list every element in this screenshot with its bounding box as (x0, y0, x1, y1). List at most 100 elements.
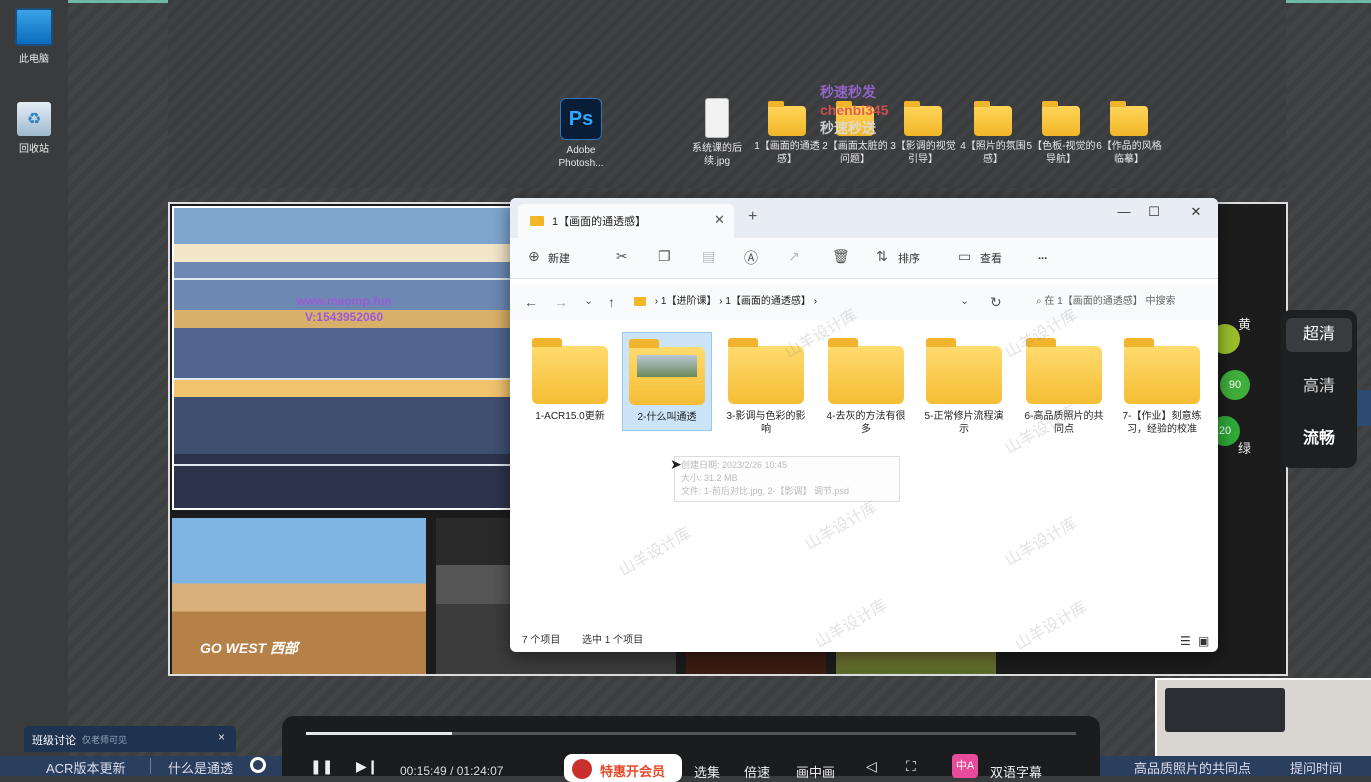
folder-icon (1042, 101, 1080, 136)
webcam-overlay (1155, 678, 1371, 760)
view-button[interactable]: 查看 (980, 250, 1002, 266)
folder-icon (828, 338, 904, 404)
chapter-high-quality[interactable]: 高品质照片的共同点 (1134, 758, 1251, 777)
paste-icon[interactable]: ▤ (702, 248, 715, 265)
chat-subtitle: 仅老师可见 (82, 735, 128, 745)
rename-icon[interactable]: Ⓐ (744, 248, 758, 268)
folder-label: 1-ACR15.0更新 (535, 411, 605, 422)
desktop-icon-folder-3[interactable]: 3【影调的视觉引导】 (888, 101, 958, 166)
explorer-tab[interactable]: 1【画面的通透感】 ✕ (518, 204, 734, 238)
pip-button[interactable]: 画中画 (796, 762, 835, 781)
overlay-watermark-1: 秒速秒发 (820, 84, 876, 100)
address-bar-row: ← → ⌄ ↑ › 1【进阶课】 › 1【画面的通透感】 › ⌄ ↻ ⌕ 在 1… (510, 284, 1218, 320)
desktop-icon-label: 回收站 (19, 144, 49, 155)
go-west-text: GO WEST 西部 (200, 640, 298, 656)
volume-icon[interactable]: ◁ (866, 758, 877, 775)
vip-badge-icon (572, 759, 592, 779)
bilingual-subtitle-button[interactable]: 双语字幕 (990, 762, 1042, 781)
explorer-titlebar: 1【画面的通透感】 ✕ + — ☐ ✕ (510, 198, 1218, 238)
desktop-icon-folder-1[interactable]: 1【画面的通透感】 (752, 101, 822, 166)
quality-option-smooth[interactable]: 流畅 (1286, 422, 1352, 456)
desktop-icon-this-pc[interactable]: 此电脑 (2, 8, 66, 65)
delete-icon[interactable]: 🗑 (832, 248, 850, 265)
folder-icon (1124, 338, 1200, 404)
folder-item-5[interactable]: 5-正常修片流程演示 (920, 332, 1008, 442)
quality-option-high[interactable]: 高清 (1286, 370, 1352, 404)
minimize-button[interactable]: — (1110, 204, 1138, 219)
up-arrow-icon[interactable]: ↑ (608, 294, 615, 310)
desktop-icon-folder-4[interactable]: 4【照片的氛围感】 (958, 101, 1028, 166)
progress-bar[interactable] (306, 732, 1076, 735)
photo-building-balconies: www.maomp.fun V:1543952060 (172, 206, 514, 510)
chapter-bar-right: 高品质照片的共同点 提问时间 (1100, 756, 1371, 776)
side-drawer-handle[interactable] (1358, 390, 1371, 426)
desktop-icon-photoshop[interactable]: Ps Adobe Photosh... (546, 98, 616, 170)
watermark: 山羊设计库 (802, 498, 881, 554)
breadcrumb[interactable]: › 1【进阶课】 › 1【画面的通透感】 › (634, 290, 972, 314)
class-discussion-panel[interactable]: 班级讨论 仅老师可见 × (24, 726, 236, 752)
recent-chevron-icon[interactable]: ⌄ (584, 294, 593, 307)
desktop-left-column: 此电脑 回收站 (0, 0, 68, 776)
desktop-icon-folder-5[interactable]: 5【色板-视觉的导航】 (1026, 101, 1096, 166)
tiles-view-icon[interactable]: ▣ (1198, 630, 1209, 652)
desktop-icon-label: 2【画面太脏的问题】 (822, 141, 888, 165)
green-label: 绿 (1238, 441, 1252, 456)
address-dropdown-icon[interactable]: ⌄ (960, 294, 969, 307)
forward-arrow-icon[interactable]: → (554, 294, 568, 310)
folder-item-1[interactable]: 1-ACR15.0更新 (526, 332, 614, 429)
pause-icon[interactable]: ❚❚ (310, 758, 333, 775)
share-icon[interactable]: ↗ (788, 248, 800, 265)
episodes-button[interactable]: 选集 (694, 762, 720, 781)
details-view-icon[interactable]: ☰ (1180, 630, 1191, 652)
folder-icon (532, 338, 608, 404)
folder-label: 5-正常修片流程演示 (924, 411, 1004, 435)
close-icon[interactable]: × (218, 730, 225, 744)
photo-watermark-contact: V:1543952060 (304, 310, 384, 324)
chapter-acr-update[interactable]: ACR版本更新 (46, 758, 125, 777)
more-button[interactable]: ... (1038, 250, 1047, 262)
close-tab-icon[interactable]: ✕ (714, 212, 725, 228)
back-arrow-icon[interactable]: ← (524, 294, 538, 310)
copy-icon[interactable]: ❐ (658, 248, 671, 265)
chapter-what-is-clarity[interactable]: 什么是通透 (168, 758, 233, 777)
desktop-icon-label: 6【作品的风格临摹】 (1096, 141, 1162, 165)
desktop-icon-label: 系统课的后续.jpg (692, 143, 742, 167)
sort-button[interactable]: 排序 (898, 250, 920, 266)
video-player-bar: ❚❚ ▶❙ 00:15:49 / 01:24:07 特惠开会员 选集 倍速 画中… (282, 716, 1100, 782)
desktop-icon-folder-6[interactable]: 6【作品的风格临摹】 (1094, 101, 1164, 166)
folder-item-2[interactable]: 2-什么叫通透 (622, 332, 712, 431)
breadcrumb-item[interactable]: 1【进阶课】 (661, 296, 717, 307)
desktop-icon-image-file[interactable]: 系统课的后续.jpg (682, 98, 752, 168)
chapter-qa-time[interactable]: 提问时间 (1290, 758, 1342, 777)
folder-preview (637, 355, 697, 377)
breadcrumb-item[interactable]: 1【画面的通透感】 (725, 296, 811, 307)
speed-button[interactable]: 倍速 (744, 762, 770, 781)
folder-icon (1026, 338, 1102, 404)
chat-title: 班级讨论 (32, 735, 76, 747)
overlay-watermark-3: 秒速秒送 (820, 120, 876, 136)
maximize-button[interactable]: ☐ (1140, 204, 1168, 220)
rail (174, 464, 512, 466)
cut-icon[interactable]: ✂ (616, 248, 628, 265)
yellow-label: 黄 (1238, 317, 1252, 332)
desktop-icon-label: 此电脑 (19, 54, 49, 65)
folder-icon (634, 296, 646, 306)
new-tab-button[interactable]: + (748, 208, 757, 226)
desktop-icon-recycle-bin[interactable]: 回收站 (2, 102, 66, 155)
folder-item-4[interactable]: 4-去灰的方法有很多 (822, 332, 910, 442)
new-button[interactable]: 新建 (548, 250, 570, 266)
fullscreen-icon[interactable]: ⛶ (906, 758, 916, 775)
close-window-button[interactable]: ✕ (1182, 204, 1210, 220)
subtitle-icon[interactable]: 中A (952, 754, 978, 778)
refresh-icon[interactable]: ↻ (990, 294, 1002, 311)
folder-item-7[interactable]: 7-【作业】刻意练习，经验的校准 (1118, 332, 1206, 442)
mouse-cursor-icon: ➤ (670, 456, 682, 472)
quality-option-ultra[interactable]: 超清 (1286, 318, 1352, 352)
desktop-icon-label: 3【影调的视觉引导】 (890, 141, 956, 165)
folder-icon (1110, 101, 1148, 136)
vip-button[interactable]: 特惠开会员 (564, 754, 682, 782)
next-icon[interactable]: ▶❙ (356, 758, 379, 775)
watermark: 山羊设计库 (1002, 514, 1081, 570)
explorer-statusbar: 7 个项目 选中 1 个项目 ☰ ▣ (510, 630, 1218, 652)
folder-icon (530, 216, 544, 226)
